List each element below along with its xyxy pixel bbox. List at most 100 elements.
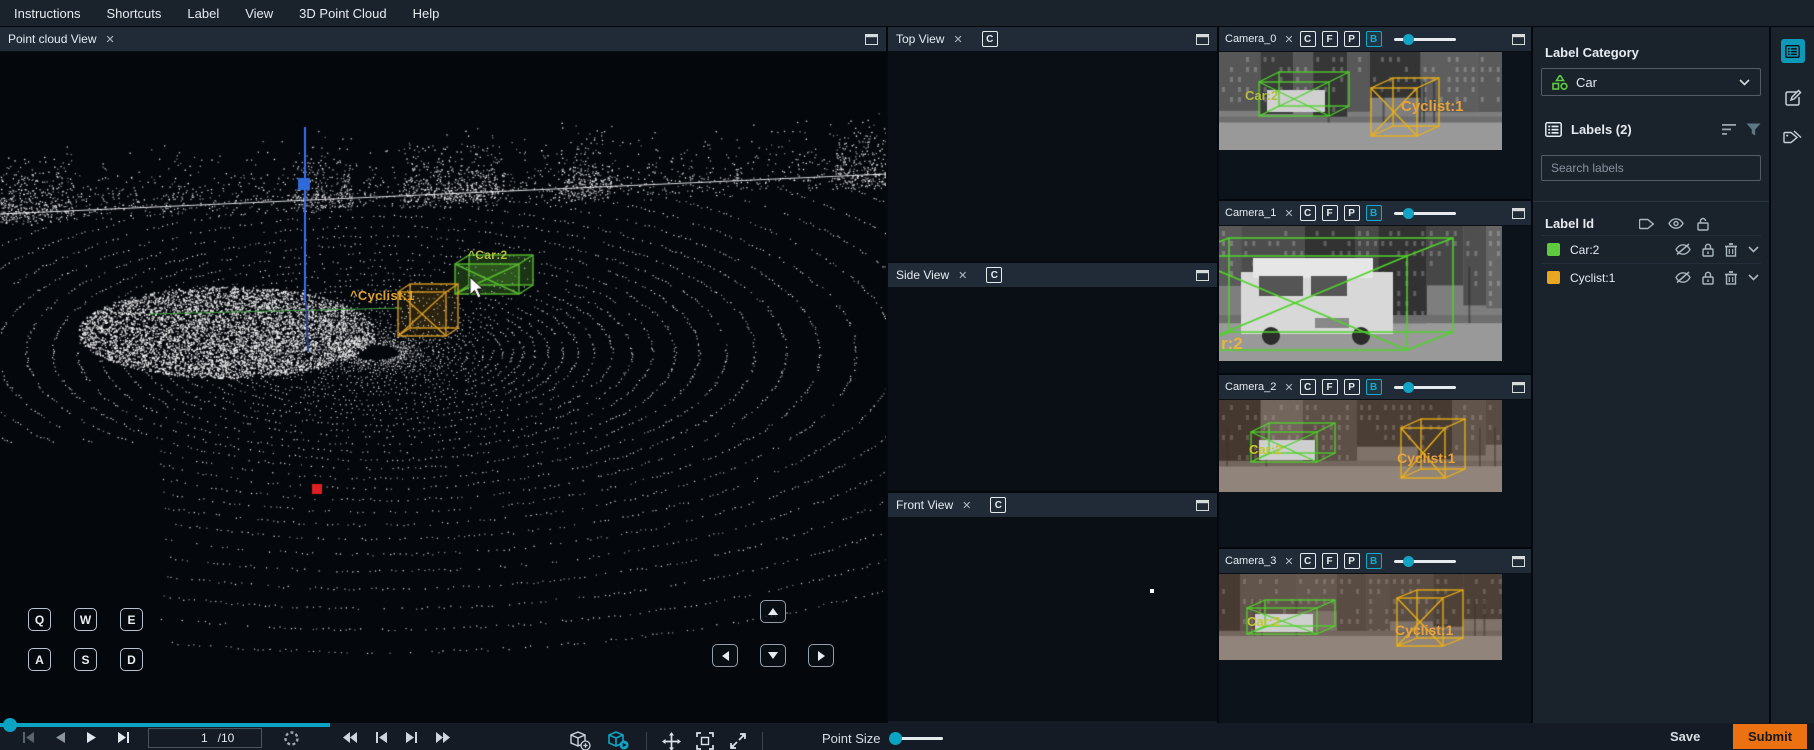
- camera-f-button[interactable]: F: [1322, 553, 1338, 569]
- hotkey-q[interactable]: Q: [28, 608, 51, 631]
- hotkey-a[interactable]: A: [28, 648, 51, 671]
- eye-off-icon[interactable]: [1675, 271, 1691, 284]
- next-frame-button[interactable]: [117, 731, 130, 744]
- eye-off-icon[interactable]: [1675, 243, 1691, 256]
- save-button[interactable]: Save: [1652, 726, 1718, 747]
- close-icon[interactable]: ✕: [1284, 381, 1293, 394]
- tag-icon[interactable]: [1639, 218, 1655, 230]
- submit-button[interactable]: Submit: [1733, 724, 1807, 749]
- pan-left-button[interactable]: [712, 644, 738, 667]
- lock-icon[interactable]: [1702, 271, 1714, 285]
- label-row-car[interactable]: Car:2: [1541, 235, 1761, 263]
- top-view-viewport[interactable]: [888, 52, 1217, 261]
- camera-p-button[interactable]: P: [1344, 379, 1360, 395]
- close-icon[interactable]: ✕: [1284, 555, 1293, 568]
- lock-icon[interactable]: [1702, 243, 1714, 257]
- slider-knob[interactable]: [1403, 382, 1414, 393]
- rewind-button[interactable]: [342, 731, 358, 744]
- add-cuboid-icon[interactable]: [570, 731, 592, 750]
- chevron-down-icon[interactable]: [1748, 246, 1759, 253]
- fast-forward-button[interactable]: [435, 731, 451, 744]
- trash-icon[interactable]: [1725, 243, 1737, 257]
- close-icon[interactable]: ✕: [1284, 207, 1293, 220]
- close-icon[interactable]: ✕: [953, 33, 962, 46]
- close-icon[interactable]: ✕: [958, 269, 967, 282]
- chevron-down-icon[interactable]: [1748, 274, 1759, 281]
- frame-number-input[interactable]: [170, 731, 218, 745]
- sort-icon[interactable]: [1722, 124, 1737, 135]
- maximize-icon[interactable]: [1512, 382, 1525, 393]
- filter-icon[interactable]: [1746, 123, 1761, 136]
- pan-up-button[interactable]: [760, 600, 786, 623]
- point-size-knob[interactable]: [889, 732, 902, 745]
- camera-0-image[interactable]: Car:2 Cyclist:1: [1219, 52, 1502, 150]
- camera-c-button[interactable]: C: [1300, 205, 1316, 221]
- unlock-icon[interactable]: [1697, 217, 1709, 231]
- menu-view[interactable]: View: [245, 6, 273, 21]
- loop-icon[interactable]: [284, 731, 299, 746]
- fit-frame-icon[interactable]: [696, 732, 714, 750]
- slider-knob[interactable]: [1403, 556, 1414, 567]
- camera-opacity-slider[interactable]: [1394, 38, 1456, 41]
- slider-knob[interactable]: [1403, 208, 1414, 219]
- trash-icon[interactable]: [1725, 271, 1737, 285]
- label-category-dropdown[interactable]: Car: [1541, 68, 1761, 96]
- seek-knob[interactable]: [3, 718, 17, 732]
- maximize-icon[interactable]: [1512, 34, 1525, 45]
- label-row-cyclist[interactable]: Cyclist:1: [1541, 263, 1761, 291]
- hotkey-w[interactable]: W: [74, 608, 97, 631]
- camera-b-button[interactable]: B: [1366, 31, 1382, 47]
- camera-opacity-slider[interactable]: [1394, 386, 1456, 389]
- camera-b-button[interactable]: B: [1366, 379, 1382, 395]
- maximize-icon[interactable]: [1512, 208, 1525, 219]
- maximize-icon[interactable]: [1512, 556, 1525, 567]
- front-view-viewport[interactable]: [888, 518, 1217, 721]
- step-back-button[interactable]: [375, 731, 388, 744]
- play-button[interactable]: [86, 731, 97, 744]
- maximize-icon[interactable]: [1196, 34, 1209, 45]
- close-icon[interactable]: ✕: [106, 33, 115, 46]
- menu-instructions[interactable]: Instructions: [14, 6, 80, 21]
- camera-opacity-slider[interactable]: [1394, 560, 1456, 563]
- step-forward-button[interactable]: [405, 731, 418, 744]
- search-labels-input[interactable]: [1541, 155, 1761, 181]
- tags-panel-toggle[interactable]: [1783, 129, 1803, 146]
- eye-icon[interactable]: [1668, 218, 1684, 229]
- camera-p-button[interactable]: P: [1344, 205, 1360, 221]
- camera-p-button[interactable]: P: [1344, 553, 1360, 569]
- camera-f-button[interactable]: F: [1322, 379, 1338, 395]
- camera-b-button[interactable]: B: [1366, 553, 1382, 569]
- camera-toggle-button[interactable]: C: [982, 31, 998, 47]
- pan-right-button[interactable]: [808, 644, 834, 667]
- frame-seek-bar[interactable]: [0, 723, 330, 727]
- maximize-icon[interactable]: [1196, 270, 1209, 281]
- menu-3d-point-cloud[interactable]: 3D Point Cloud: [299, 6, 386, 21]
- close-icon[interactable]: ✕: [1284, 33, 1293, 46]
- camera-toggle-button[interactable]: C: [986, 267, 1002, 283]
- point-cloud-viewport[interactable]: ^Car:2 ^Cyclist:1 Q W E A S D: [0, 52, 886, 723]
- point-size-slider[interactable]: [891, 737, 943, 740]
- camera-2-image[interactable]: Car:2 Cyclist:1: [1219, 400, 1502, 492]
- camera-b-button[interactable]: B: [1366, 205, 1382, 221]
- camera-f-button[interactable]: F: [1322, 31, 1338, 47]
- previous-frame-button[interactable]: [55, 731, 66, 744]
- camera-c-button[interactable]: C: [1300, 379, 1316, 395]
- close-icon[interactable]: ✕: [962, 499, 971, 512]
- hotkey-s[interactable]: S: [74, 648, 97, 671]
- camera-c-button[interactable]: C: [1300, 553, 1316, 569]
- edit-cuboid-icon[interactable]: [607, 731, 631, 750]
- maximize-icon[interactable]: [1196, 500, 1209, 511]
- skip-to-start-button[interactable]: [22, 731, 35, 744]
- maximize-icon[interactable]: [865, 34, 878, 45]
- menu-help[interactable]: Help: [413, 6, 440, 21]
- fullscreen-icon[interactable]: [729, 732, 747, 750]
- slider-knob[interactable]: [1403, 34, 1414, 45]
- edit-panel-toggle[interactable]: [1784, 89, 1802, 107]
- camera-3-image[interactable]: Car:2 Cyclist:1: [1219, 574, 1502, 660]
- camera-p-button[interactable]: P: [1344, 31, 1360, 47]
- menu-shortcuts[interactable]: Shortcuts: [106, 6, 161, 21]
- camera-f-button[interactable]: F: [1322, 205, 1338, 221]
- camera-toggle-button[interactable]: C: [990, 497, 1006, 513]
- side-view-viewport[interactable]: [888, 288, 1217, 491]
- camera-c-button[interactable]: C: [1300, 31, 1316, 47]
